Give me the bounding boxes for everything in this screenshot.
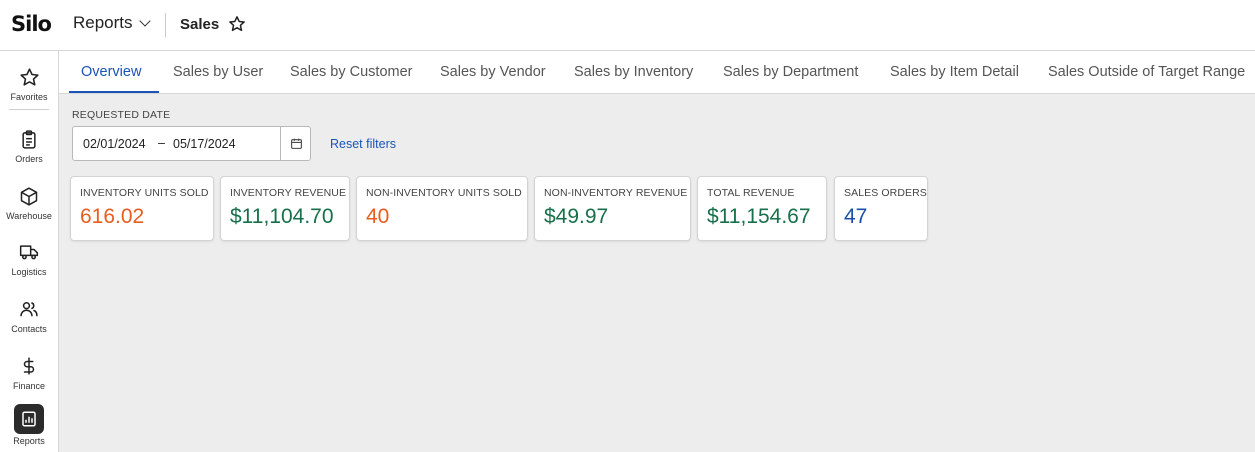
kpi-card-total-revenue: TOTAL REVENUE $11,154.67: [697, 176, 827, 241]
sidebar-divider: [9, 109, 49, 110]
module-switcher[interactable]: Reports: [73, 13, 151, 33]
sidebar-item-label: Logistics: [11, 267, 47, 277]
kpi-label: SALES ORDERS: [844, 187, 927, 199]
sidebar-item-warehouse[interactable]: Warehouse: [0, 176, 58, 230]
tab-sales-by-department[interactable]: Sales by Department: [723, 64, 858, 80]
sidebar-item-label: Warehouse: [6, 211, 52, 221]
active-tab-indicator: [69, 91, 159, 93]
tab-sales-by-vendor[interactable]: Sales by Vendor: [440, 64, 546, 80]
calendar-icon[interactable]: [280, 127, 311, 160]
tab-overview[interactable]: Overview: [81, 64, 141, 80]
sidebar-item-favorites[interactable]: Favorites: [0, 57, 58, 111]
requested-date-label: REQUESTED DATE: [72, 109, 171, 121]
kpi-card-inventory-units-sold: INVENTORY UNITS SOLD 616.02: [70, 176, 214, 241]
date-to[interactable]: 05/17/2024: [173, 137, 236, 151]
sidebar-item-finance[interactable]: Finance: [0, 346, 58, 400]
date-range-separator: –: [158, 136, 165, 150]
truck-icon: [18, 241, 40, 263]
sidebar-item-label: Finance: [12, 381, 46, 391]
sidebar-item-label: Contacts: [11, 324, 47, 334]
kpi-card-inventory-revenue: INVENTORY REVENUE $11,104.70: [220, 176, 350, 241]
module-label: Reports: [73, 13, 133, 32]
report-icon: [14, 404, 44, 434]
favorite-star-icon[interactable]: [228, 15, 246, 33]
tab-sales-outside-target-range[interactable]: Sales Outside of Target Range: [1048, 64, 1245, 80]
kpi-value: $11,104.70: [230, 205, 334, 228]
kpi-label: INVENTORY REVENUE: [230, 187, 347, 199]
sidebar: Favorites Orders Warehouse Logistics Con…: [0, 51, 59, 452]
kpi-value: 47: [844, 205, 868, 228]
sidebar-item-label: Orders: [15, 154, 43, 164]
kpi-value: $49.97: [544, 205, 609, 228]
kpi-label: TOTAL REVENUE: [707, 187, 795, 199]
kpi-value: $11,154.67: [707, 205, 811, 228]
header-divider: [165, 13, 166, 37]
kpi-value: 40: [366, 205, 390, 228]
tab-sales-by-item-detail[interactable]: Sales by Item Detail: [890, 64, 1019, 80]
kpi-card-sales-orders: SALES ORDERS 47: [834, 176, 928, 241]
app-logo[interactable]: Silo: [11, 12, 52, 36]
kpi-label: INVENTORY UNITS SOLD: [80, 187, 209, 199]
tab-sales-by-user[interactable]: Sales by User: [173, 64, 263, 80]
tab-sales-by-customer[interactable]: Sales by Customer: [290, 64, 413, 80]
report-tabs: Overview Sales by User Sales by Customer…: [59, 51, 1255, 94]
chevron-down-icon: [138, 15, 151, 27]
kpi-value: 616.02: [80, 205, 145, 228]
date-range-input[interactable]: 02/01/2024 – 05/17/2024: [72, 126, 311, 161]
kpi-label: NON-INVENTORY REVENUE: [544, 187, 688, 199]
sidebar-item-label: Reports: [13, 436, 45, 446]
sidebar-item-orders[interactable]: Orders: [0, 119, 58, 173]
clipboard-icon: [18, 128, 40, 150]
page-title: Sales: [180, 16, 220, 33]
sidebar-item-reports[interactable]: Reports: [0, 402, 58, 452]
top-bar: Silo Reports Sales: [0, 0, 1255, 51]
users-icon: [18, 298, 40, 320]
kpi-card-non-inventory-revenue: NON-INVENTORY REVENUE $49.97: [534, 176, 691, 241]
sidebar-item-contacts[interactable]: Contacts: [0, 289, 58, 343]
sidebar-item-label: Favorites: [10, 92, 48, 102]
date-from[interactable]: 02/01/2024: [83, 137, 146, 151]
sidebar-item-logistics[interactable]: Logistics: [0, 232, 58, 286]
star-icon: [18, 66, 40, 88]
box-icon: [18, 185, 40, 207]
kpi-label: NON-INVENTORY UNITS SOLD: [366, 187, 522, 199]
reset-filters-link[interactable]: Reset filters: [330, 137, 396, 151]
tab-sales-by-inventory[interactable]: Sales by Inventory: [574, 64, 693, 80]
dollar-icon: [18, 355, 40, 377]
kpi-card-non-inventory-units-sold: NON-INVENTORY UNITS SOLD 40: [356, 176, 528, 241]
